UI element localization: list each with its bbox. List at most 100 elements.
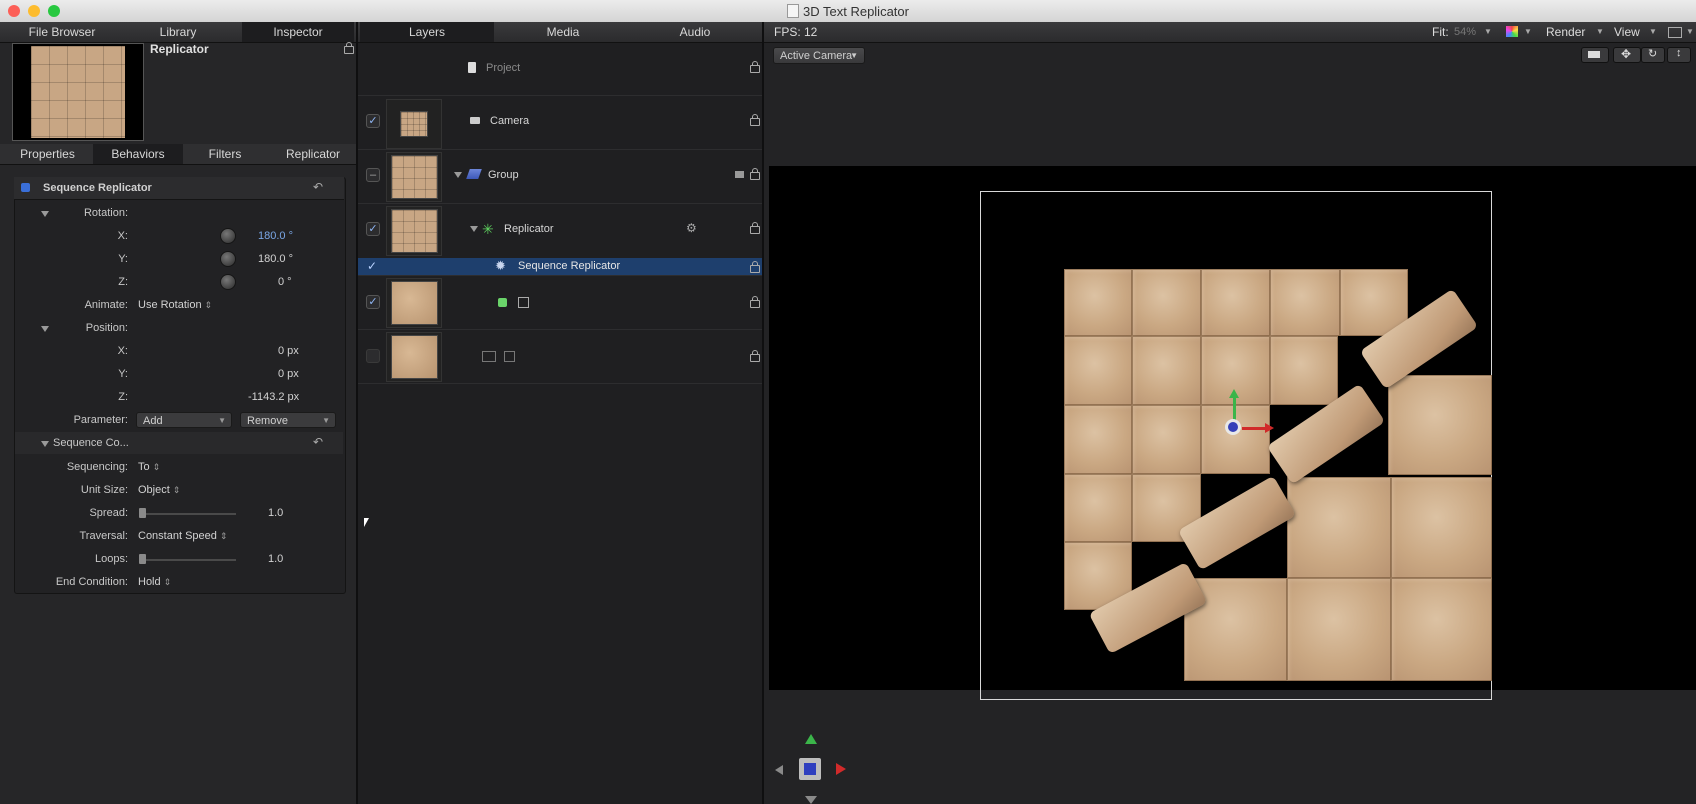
rotation-z-value[interactable]: 0 ° — [278, 276, 292, 288]
blend-mode-icon[interactable] — [735, 171, 744, 178]
center-view-button[interactable] — [799, 758, 821, 780]
pan-tool-button[interactable]: ✥ — [1613, 47, 1641, 63]
subtab-replicator[interactable]: Replicator — [270, 147, 356, 161]
layer-row-project[interactable]: Project — [358, 44, 762, 94]
lock-icon[interactable] — [750, 222, 760, 234]
orbit-tool-button[interactable]: ↻ — [1641, 47, 1665, 63]
sequence-controls-disclosure-icon[interactable] — [41, 441, 49, 447]
rotation-x-value[interactable]: 180.0 ° — [258, 230, 293, 242]
view-dropdown-icon[interactable]: ▼ — [1649, 27, 1657, 36]
mask-icon[interactable] — [518, 297, 529, 308]
position-y-value[interactable]: 0 px — [278, 368, 299, 380]
lock-icon[interactable] — [750, 61, 760, 73]
rotation-y-dial[interactable] — [220, 251, 236, 267]
behavior-enable-checkbox[interactable] — [21, 183, 30, 192]
subtab-filters[interactable]: Filters — [185, 147, 265, 161]
layer-enable-checkbox[interactable]: ✓ — [366, 295, 380, 309]
behavior-enable-checkmark[interactable]: ✓ — [367, 259, 377, 273]
reset-behavior-icon[interactable]: ↶ — [313, 180, 323, 194]
layer-enable-checkbox[interactable] — [366, 349, 380, 363]
render-dropdown-icon[interactable]: ▼ — [1596, 27, 1604, 36]
sequencing-popup[interactable]: To ⇕ — [138, 461, 160, 473]
group-icon — [466, 169, 482, 179]
fit-value[interactable]: 54% — [1454, 26, 1476, 38]
unit-size-popup[interactable]: Object ⇕ — [138, 484, 180, 496]
gear-icon[interactable]: ⚙ — [686, 221, 697, 235]
traversal-popup[interactable]: Constant Speed ⇕ — [138, 530, 228, 542]
lock-icon[interactable] — [750, 168, 760, 180]
layer-enable-checkbox[interactable]: ✓ — [366, 114, 380, 128]
lock-icon[interactable] — [750, 296, 760, 308]
preview-title: Replicator — [150, 42, 209, 56]
y-axis-arrow-icon[interactable] — [1229, 389, 1239, 398]
spread-slider-knob[interactable] — [139, 508, 146, 518]
popup-arrows-icon: ⇕ — [152, 462, 161, 472]
channels-dropdown-icon[interactable]: ▼ — [1524, 27, 1532, 36]
down-arrow-icon[interactable] — [805, 796, 817, 804]
group-disclosure-icon[interactable] — [454, 172, 462, 178]
active-camera-popup[interactable]: Active Camera ▼ — [773, 47, 865, 64]
right-arrow-icon[interactable] — [836, 763, 846, 775]
position-z-value[interactable]: -1143.2 px — [248, 391, 299, 403]
gizmo-center[interactable] — [1225, 419, 1241, 435]
window-titlebar: 3D Text Replicator — [0, 0, 1696, 23]
end-condition-popup[interactable]: Hold ⇕ — [138, 576, 171, 588]
color-channels-icon[interactable] — [1506, 26, 1518, 37]
loops-slider[interactable] — [140, 559, 236, 561]
fit-dropdown-icon[interactable]: ▼ — [1484, 27, 1492, 36]
left-arrow-icon[interactable] — [775, 765, 783, 775]
loops-slider-knob[interactable] — [139, 554, 146, 564]
subtab-properties[interactable]: Properties — [0, 147, 95, 161]
lock-icon[interactable] — [750, 350, 760, 362]
preview-lock-icon[interactable] — [344, 42, 354, 54]
spread-value[interactable]: 1.0 — [268, 507, 283, 519]
layer-row-disabled[interactable] — [358, 330, 762, 383]
up-arrow-icon[interactable] — [805, 734, 817, 744]
rotation-z-label: Z: — [118, 276, 128, 288]
layer-enable-checkbox[interactable]: – — [366, 168, 380, 182]
tab-library[interactable]: Library — [126, 25, 230, 39]
thumbnail-image — [391, 209, 438, 253]
layer-enable-checkbox[interactable]: ✓ — [366, 222, 380, 236]
render-menu[interactable]: Render — [1546, 25, 1585, 39]
tab-audio[interactable]: Audio — [630, 25, 760, 39]
layout-dropdown-icon[interactable]: ▼ — [1686, 27, 1694, 36]
z-axis-handle[interactable] — [1228, 422, 1238, 432]
layout-icon[interactable] — [1668, 27, 1682, 38]
dolly-tool-button[interactable]: ↕ — [1667, 47, 1691, 63]
layer-row-replicator[interactable]: ✓ ✳ Replicator ⚙ — [358, 204, 762, 257]
layer-row-sequence-replicator[interactable]: ✓ ✹ Sequence Replicator — [358, 258, 762, 275]
rotation-x-dial[interactable] — [220, 228, 236, 244]
lock-icon[interactable] — [750, 114, 760, 126]
loops-value[interactable]: 1.0 — [268, 553, 283, 565]
layer-row-cell[interactable]: ✓ — [358, 276, 762, 329]
replicator-disclosure-icon[interactable] — [470, 226, 478, 232]
parameter-remove-popup[interactable]: Remove ▼ — [240, 412, 336, 428]
reset-sequence-icon[interactable]: ↶ — [313, 435, 323, 449]
subtab-behaviors[interactable]: Behaviors — [93, 144, 183, 164]
layer-name-project: Project — [486, 62, 521, 74]
x-axis-handle[interactable] — [1242, 427, 1266, 430]
tab-inspector[interactable]: Inspector — [242, 22, 354, 42]
rotation-z-dial[interactable] — [220, 274, 236, 290]
camera-tool-button[interactable] — [1581, 47, 1609, 63]
lock-icon[interactable] — [750, 261, 760, 273]
layer-row-camera[interactable]: ✓ Camera — [358, 96, 762, 149]
inspector-subtabs: Properties Behaviors Filters Replicator — [0, 144, 356, 165]
tab-layers[interactable]: Layers — [360, 22, 494, 42]
rotation-y-value[interactable]: 180.0 ° — [258, 253, 293, 265]
mask-icon[interactable] — [504, 351, 515, 362]
fps-readout: FPS: 12 — [774, 25, 818, 39]
spread-slider[interactable] — [140, 513, 236, 515]
tab-media[interactable]: Media — [498, 25, 628, 39]
thumbnail-image — [391, 281, 438, 325]
view-menu[interactable]: View — [1614, 25, 1640, 39]
position-x-value[interactable]: 0 px — [278, 345, 299, 357]
popup-arrows-icon: ⇕ — [204, 300, 213, 310]
animate-popup[interactable]: Use Rotation ⇕ — [138, 299, 212, 311]
x-axis-arrow-icon[interactable] — [1265, 423, 1274, 433]
tab-file-browser[interactable]: File Browser — [10, 25, 114, 39]
layer-row-group[interactable]: – Group — [358, 150, 762, 203]
parameter-add-popup[interactable]: Add ▼ — [136, 412, 232, 428]
loops-label: Loops: — [94, 553, 128, 565]
